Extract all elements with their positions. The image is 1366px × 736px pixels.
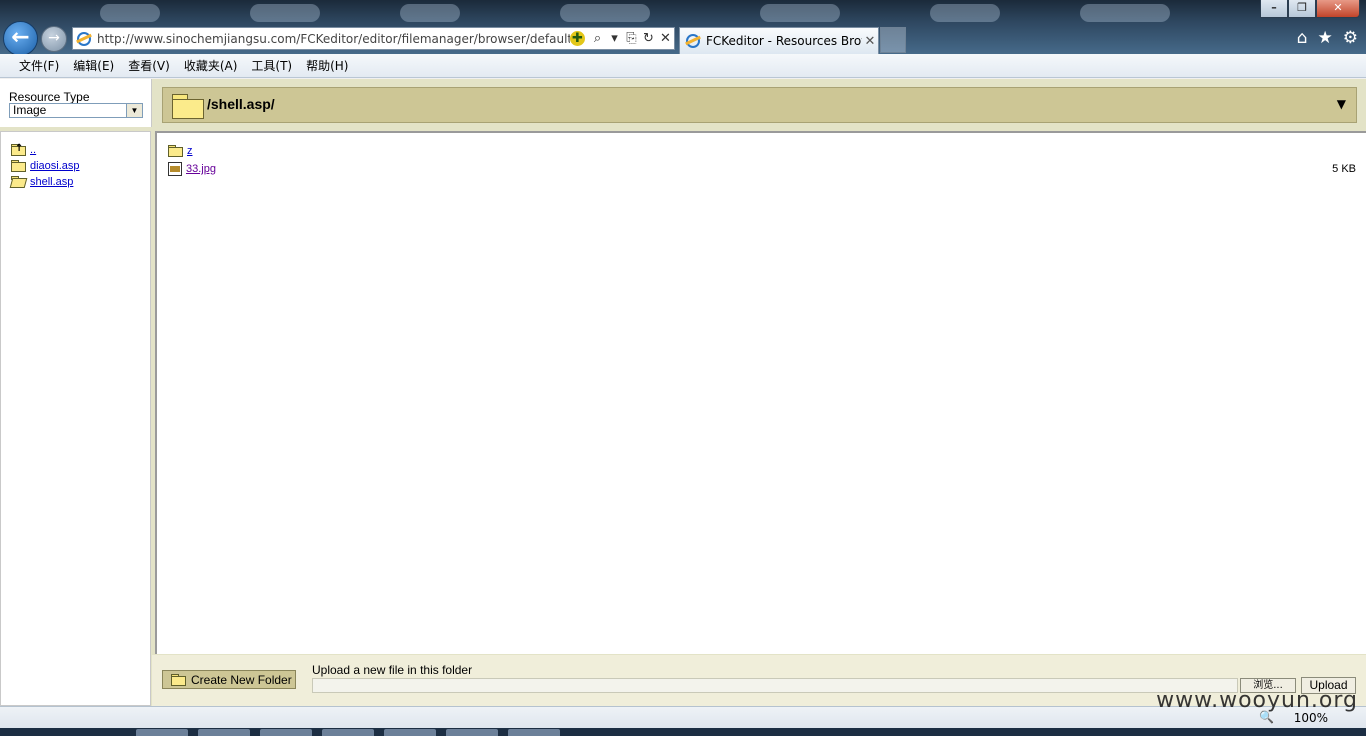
current-folder-header: /shell.asp/ ▼ xyxy=(162,87,1357,123)
taskbar-item[interactable] xyxy=(384,729,436,736)
watermark: www.wooyun.org xyxy=(1156,688,1358,713)
folder-tree-item-current[interactable]: shell.asp xyxy=(9,176,73,188)
tab-favicon-icon xyxy=(686,34,700,48)
create-new-folder-button[interactable]: Create New Folder xyxy=(162,670,296,689)
taskbar-item[interactable] xyxy=(508,729,560,736)
maximize-button[interactable]: ❐ xyxy=(1288,0,1316,18)
menu-view[interactable]: 查看(V) xyxy=(121,57,177,74)
file-path-input[interactable] xyxy=(312,678,1238,693)
desktop-blur xyxy=(250,4,320,22)
browser-title-bar: – ❐ ✕ ← → http://www.sinochemjiangsu.com… xyxy=(0,0,1366,54)
taskbar-item[interactable] xyxy=(322,729,374,736)
taskbar-item[interactable] xyxy=(198,729,250,736)
folder-link[interactable]: .. xyxy=(30,144,36,156)
resource-type-select[interactable]: Image ▼ xyxy=(9,103,143,118)
address-bar[interactable]: http://www.sinochemjiangsu.com/FCKeditor… xyxy=(72,27,675,50)
upload-label: Upload a new file in this folder xyxy=(312,663,473,677)
new-tab-button[interactable] xyxy=(880,27,906,53)
chevron-down-icon[interactable]: ▼ xyxy=(1337,97,1346,111)
forward-button[interactable]: → xyxy=(41,26,67,52)
desktop-blur xyxy=(1080,4,1170,22)
taskbar-item[interactable] xyxy=(260,729,312,736)
file-list-item[interactable]: z xyxy=(168,145,193,157)
compat-page-icon[interactable]: ⎘ xyxy=(623,31,640,46)
folder-tree-frame: .. diaosi.asp shell.asp xyxy=(0,131,151,706)
favorites-star-icon[interactable]: ★ xyxy=(1318,28,1333,48)
windows-taskbar xyxy=(0,728,1366,736)
open-folder-icon xyxy=(9,176,28,188)
folder-icon xyxy=(171,673,186,686)
folder-link[interactable]: z xyxy=(187,145,193,157)
close-window-button[interactable]: ✕ xyxy=(1316,0,1360,18)
menu-tools[interactable]: 工具(T) xyxy=(244,57,299,74)
home-icon[interactable]: ⌂ xyxy=(1297,28,1308,48)
menu-edit[interactable]: 编辑(E) xyxy=(66,57,121,74)
parent-folder-icon xyxy=(11,143,26,156)
minimize-button[interactable]: – xyxy=(1260,0,1288,18)
open-folder-icon xyxy=(172,92,204,119)
dropdown-arrow-icon[interactable]: ▾ xyxy=(606,31,623,46)
toolbar-icons: ⌂ ★ ⚙ xyxy=(1297,28,1358,48)
desktop-blur xyxy=(400,4,460,22)
folder-tree-item[interactable]: diaosi.asp xyxy=(11,160,80,172)
fckeditor-resource-browser: Resource Type Image ▼ /shell.asp/ ▼ .. d… xyxy=(0,79,1366,706)
tab-title: FCKeditor - Resources Browser xyxy=(706,34,862,48)
resource-type-label: Resource Type xyxy=(9,90,90,104)
folder-tree-item-up[interactable]: .. xyxy=(11,143,36,156)
folder-icon xyxy=(11,160,26,172)
refresh-icon[interactable]: ↻ xyxy=(640,31,657,46)
menu-file[interactable]: 文件(F) xyxy=(12,57,66,74)
resource-type-value: Image xyxy=(13,103,47,117)
file-list-item[interactable]: 33.jpg xyxy=(168,162,216,176)
search-icon[interactable]: ⌕ xyxy=(589,31,606,46)
browser-tab[interactable]: FCKeditor - Resources Browser ✕ xyxy=(679,27,879,54)
menu-bar: 文件(F) 编辑(E) 查看(V) 收藏夹(A) 工具(T) 帮助(H) xyxy=(0,54,1366,78)
stop-icon[interactable]: ✕ xyxy=(657,31,674,46)
menu-help[interactable]: 帮助(H) xyxy=(299,57,355,74)
desktop-blur xyxy=(930,4,1000,22)
tab-close-icon[interactable]: ✕ xyxy=(862,34,878,49)
tools-gear-icon[interactable]: ⚙ xyxy=(1343,28,1358,48)
back-button[interactable]: ← xyxy=(3,21,38,54)
ie-page-icon xyxy=(77,31,91,46)
taskbar-item[interactable] xyxy=(136,729,188,736)
folder-link[interactable]: diaosi.asp xyxy=(30,160,80,172)
window-controls: – ❐ ✕ xyxy=(1260,0,1360,18)
file-list-frame: z 33.jpg 5 KB xyxy=(155,131,1366,654)
file-size: 5 KB xyxy=(1332,163,1356,175)
zoom-level[interactable]: 100% xyxy=(1294,711,1328,725)
folder-icon xyxy=(168,145,183,157)
current-folder-path: /shell.asp/ xyxy=(207,96,275,112)
select-arrow-icon[interactable]: ▼ xyxy=(126,104,142,117)
create-folder-label: Create New Folder xyxy=(191,672,292,687)
menu-favorites[interactable]: 收藏夹(A) xyxy=(177,57,245,74)
taskbar-item[interactable] xyxy=(446,729,498,736)
folder-link[interactable]: shell.asp xyxy=(30,176,73,188)
resource-type-frame: Resource Type Image ▼ xyxy=(0,79,152,127)
compatibility-view-icon[interactable]: ✚ xyxy=(570,31,585,46)
desktop-blur xyxy=(760,4,840,22)
image-file-icon xyxy=(168,162,182,176)
desktop-blur xyxy=(560,4,650,22)
address-url[interactable]: http://www.sinochemjiangsu.com/FCKeditor… xyxy=(97,32,570,46)
desktop-blur xyxy=(100,4,160,22)
file-link[interactable]: 33.jpg xyxy=(186,163,216,175)
